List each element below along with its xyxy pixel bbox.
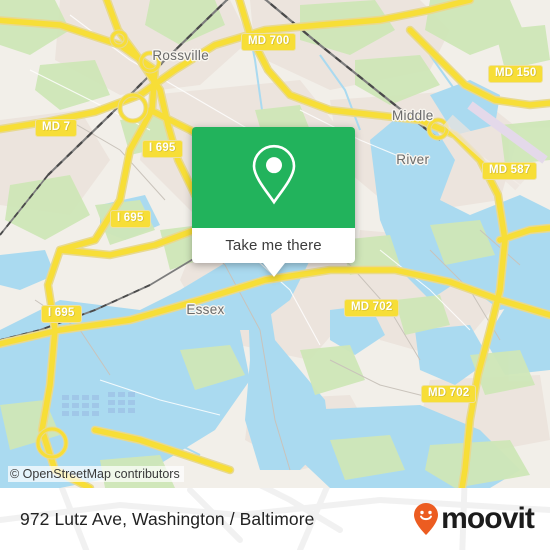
highway-shield-i-695-mid[interactable]: I 695 — [110, 210, 151, 228]
highway-shield-i-695-north[interactable]: I 695 — [142, 140, 183, 158]
highway-shield-md-7[interactable]: MD 7 — [35, 119, 78, 137]
moovit-map-screenshot: Rossville Middle River Essex MD 700 MD 1… — [0, 0, 550, 550]
map-pin-icon — [250, 143, 298, 210]
popup-action-panel[interactable]: Take me there — [192, 228, 355, 263]
address-label: 972 Lutz Ave, Washington / Baltimore — [20, 508, 315, 529]
popup-icon-panel — [192, 127, 355, 228]
take-me-there-label: Take me there — [225, 237, 322, 254]
moovit-wordmark: moovit — [441, 502, 535, 535]
highway-shield-i-695-south[interactable]: I 695 — [41, 305, 82, 323]
moovit-smiley-pin-icon — [413, 502, 439, 536]
footer-bar: 972 Lutz Ave, Washington / Baltimore moo… — [0, 488, 550, 550]
popup-tail-pointer — [262, 263, 285, 277]
highway-shield-md-702-north[interactable]: MD 702 — [344, 299, 400, 317]
openstreetmap-attribution[interactable]: © OpenStreetMap contributors — [8, 466, 184, 482]
highway-shield-md-700[interactable]: MD 700 — [241, 33, 297, 51]
highway-shield-md-587[interactable]: MD 587 — [482, 162, 538, 180]
location-popup-card[interactable]: Take me there — [192, 127, 355, 277]
highway-shield-md-150[interactable]: MD 150 — [488, 65, 544, 83]
map-canvas[interactable]: Rossville Middle River Essex MD 700 MD 1… — [0, 0, 550, 488]
highway-shield-md-702-south[interactable]: MD 702 — [421, 385, 477, 403]
moovit-logo[interactable]: moovit — [413, 502, 535, 536]
